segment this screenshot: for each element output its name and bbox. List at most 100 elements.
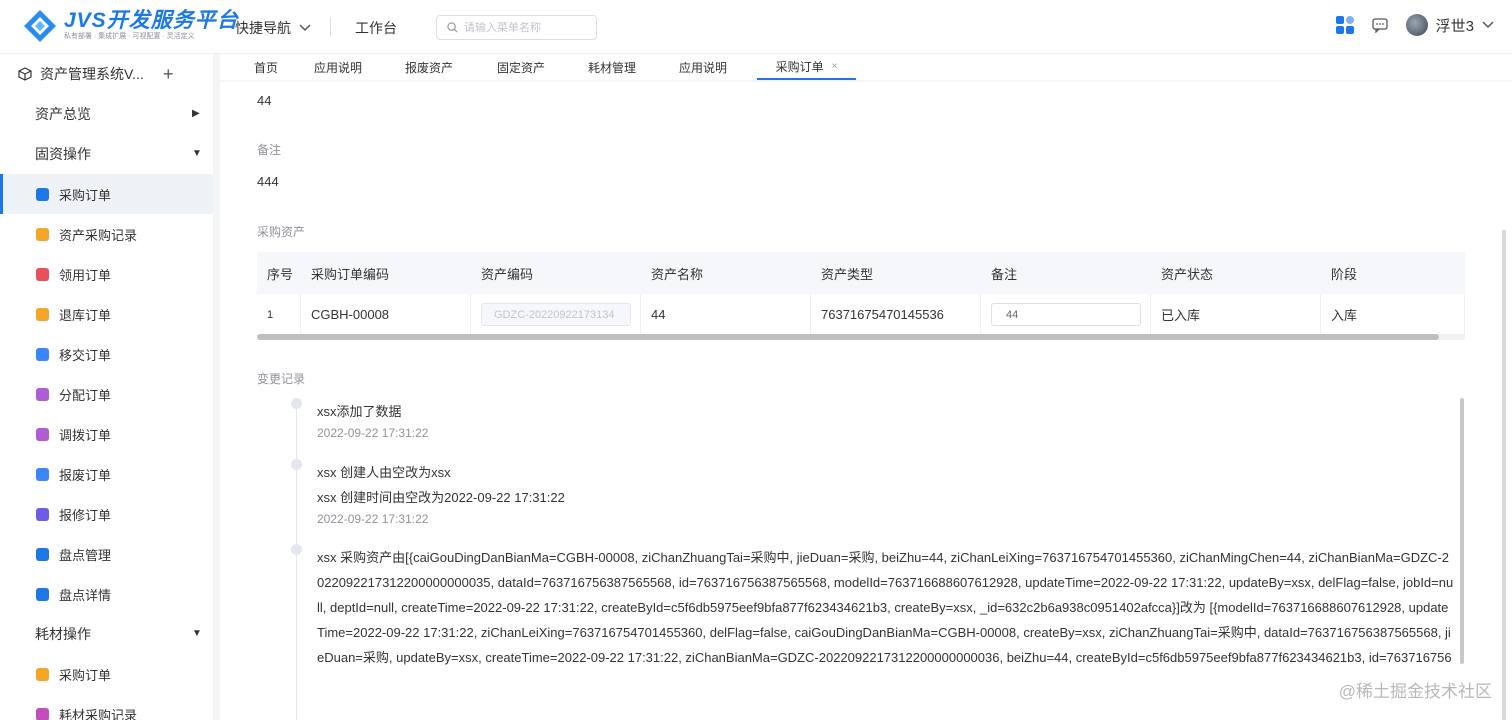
cell-order-code: CGBH-00008 <box>301 294 471 335</box>
sidebar-item[interactable]: 盘点管理 <box>0 534 213 574</box>
tab[interactable]: 固定资产 <box>488 54 554 80</box>
timeline-vertical-scrollbar[interactable] <box>1460 398 1464 664</box>
page-scrollbar[interactable] <box>1502 230 1506 720</box>
timeline-line <box>296 400 297 720</box>
table-row: 1 CGBH-00008 GDZC-20220922173134 44 7637… <box>257 294 1465 336</box>
chevron-down-icon <box>299 24 311 32</box>
wrench-icon <box>36 507 49 521</box>
top-header: JVS开发服务平台 私有部署 · 集成扩展 · 可视配置 · 灵活定义 快捷导航… <box>0 0 1512 54</box>
book-icon <box>36 587 49 601</box>
timeline-entry-text: xsx添加了数据 <box>317 404 402 419</box>
sidebar-item[interactable]: 报修订单 <box>0 494 213 534</box>
column-header: 资产类型 <box>821 266 874 282</box>
sidebar-item[interactable]: 报废订单 <box>0 454 213 494</box>
sidebar-item-label: 报废订单 <box>59 467 112 483</box>
apps-grid-icon[interactable] <box>1335 16 1354 34</box>
tab-label: 首页 <box>253 60 278 75</box>
star-icon <box>36 467 49 481</box>
sidebar-item-label: 采购订单 <box>59 187 112 203</box>
scrollbar-thumb[interactable] <box>257 334 1439 340</box>
remark-input[interactable] <box>991 303 1141 326</box>
sidebar-item[interactable]: 资产采购记录 <box>0 214 213 254</box>
sidebar-item[interactable]: 耗材采购记录 <box>0 694 213 720</box>
tab-label: 应用说明 <box>313 60 362 75</box>
logo[interactable]: JVS开发服务平台 私有部署 · 集成扩展 · 可视配置 · 灵活定义 <box>22 6 239 46</box>
sidebar-item[interactable]: 调拨订单 <box>0 414 213 454</box>
sidebar-item-label: 退库订单 <box>59 307 112 323</box>
detail-panel: 44 备注 444 采购资产 序号 采购订单编码 资产编码 资产名称 资产类型 备注 资产状… <box>220 82 1512 720</box>
cell-asset-type: 76371675470145536 <box>811 294 981 335</box>
cart-icon <box>36 667 49 681</box>
sidebar-item-label: 采购订单 <box>59 667 112 683</box>
tab[interactable]: 报废资产 <box>396 54 462 80</box>
sidebar-item-label: 盘点管理 <box>59 547 112 563</box>
user-menu[interactable]: 浮世3 <box>1405 14 1494 36</box>
cell-remark <box>981 294 1151 335</box>
changes-section-label: 变更记录 <box>257 372 306 386</box>
column-header: 资产编码 <box>481 266 534 282</box>
tab[interactable]: 应用说明 <box>305 54 371 80</box>
sidebar-item[interactable]: 采购订单 <box>0 174 213 214</box>
box-icon <box>36 547 49 561</box>
sidebar-item[interactable]: 采购订单 <box>0 654 213 694</box>
logo-subtitle: 私有部署 · 集成扩展 · 可视配置 · 灵活定义 <box>64 33 195 40</box>
sidebar-item[interactable]: 盘点详情 <box>0 574 213 614</box>
app-title: 资产管理系统V... <box>40 66 144 82</box>
column-header: 备注 <box>991 266 1018 282</box>
tab[interactable]: 耗材管理 <box>579 54 645 80</box>
tab[interactable]: 采购订单 × <box>757 54 856 80</box>
workbench-link[interactable]: 工作台 <box>355 18 397 38</box>
add-icon[interactable]: + <box>163 64 174 85</box>
sidebar-group[interactable]: 资产总览 ▶ <box>0 94 213 134</box>
message-icon[interactable] <box>1372 17 1388 33</box>
column-header: 资产状态 <box>1161 266 1214 282</box>
close-icon[interactable]: × <box>832 61 838 72</box>
cell-asset-code: GDZC-20220922173134 <box>471 294 641 335</box>
tab[interactable]: 首页 <box>240 54 292 80</box>
sidebar-item[interactable]: 退库订单 <box>0 294 213 334</box>
sidebar-group[interactable]: 耗材操作 ▼ <box>0 614 213 654</box>
compass-icon <box>36 187 49 201</box>
tab-label: 采购订单 <box>775 59 824 74</box>
cell-status: 已入库 <box>1151 294 1321 335</box>
sidebar-group[interactable]: 固资操作 ▼ <box>0 134 213 174</box>
timeline-entry-time: 2022-09-22 17:31:22 <box>317 426 429 440</box>
send-icon <box>36 347 49 361</box>
remark-label: 备注 <box>257 143 282 157</box>
menu-search[interactable] <box>436 15 597 40</box>
sidebar-item[interactable]: 分配订单 <box>0 374 213 414</box>
search-input[interactable] <box>464 21 589 34</box>
group-arrow-icon: ▶ <box>192 108 200 119</box>
column-header: 采购订单编码 <box>311 266 390 282</box>
user-icon <box>36 267 49 281</box>
tab-label: 固定资产 <box>496 60 545 75</box>
quick-nav-dropdown[interactable]: 快捷导航 <box>235 18 311 38</box>
field-value: 44 <box>257 93 272 108</box>
cell-index: 1 <box>257 294 301 335</box>
cell-stage: 入库 <box>1321 294 1465 335</box>
search-icon <box>447 22 458 33</box>
tab-label: 报废资产 <box>404 60 453 75</box>
header-divider <box>330 18 331 36</box>
cart-icon <box>36 307 49 321</box>
sidebar-item[interactable]: 移交订单 <box>0 334 213 374</box>
logo-icon <box>22 8 58 44</box>
column-header: 阶段 <box>1331 266 1358 282</box>
avatar <box>1405 14 1428 36</box>
table-horizontal-scrollbar[interactable] <box>257 334 1465 340</box>
timeline-entry-text: xsx 创建人由空改为xsx <box>317 465 451 480</box>
sidebar-item-label: 资产采购记录 <box>59 227 138 243</box>
app-switcher[interactable]: 资产管理系统V... + <box>0 54 213 94</box>
username: 浮世3 <box>1435 17 1474 35</box>
chevron-down-icon <box>1482 21 1494 29</box>
sidebar-item-label: 分配订单 <box>59 387 112 403</box>
watermark: @稀土掘金技术社区 <box>1338 682 1492 701</box>
sidebar-item[interactable]: 领用订单 <box>0 254 213 294</box>
sidebar-group-label: 固资操作 <box>35 146 91 162</box>
timeline-dot <box>291 398 302 409</box>
asset-code-input: GDZC-20220922173134 <box>481 303 631 326</box>
column-header: 资产名称 <box>651 266 704 282</box>
group-arrow-icon: ▼ <box>192 628 202 639</box>
sidebar: 资产管理系统V... + 资产总览 ▶ 固资操作 ▼ 采购订单 资产采购记录 领用订单 退库订… <box>0 54 213 720</box>
tab[interactable]: 应用说明 <box>670 54 736 80</box>
